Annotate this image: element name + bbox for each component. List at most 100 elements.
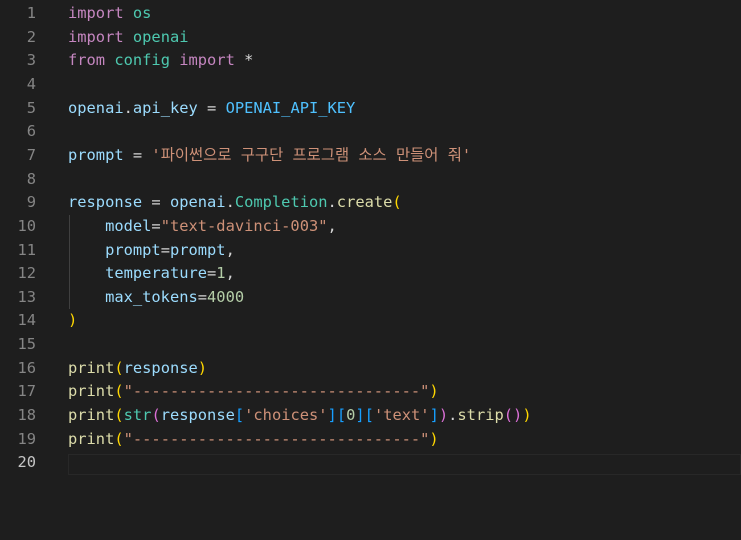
line-number: 19 <box>17 429 36 448</box>
code-token: 4000 <box>207 287 245 306</box>
code-token: print <box>68 358 115 377</box>
line-number: 15 <box>17 335 36 354</box>
code-line[interactable]: 13 max_tokens=4000 <box>0 286 741 310</box>
code-line[interactable]: 7 prompt = '파이썬으로 구구단 프로그램 소스 만들어 줘' <box>0 144 741 168</box>
code-token: 'text' <box>373 406 430 425</box>
line-number: 6 <box>26 122 36 141</box>
code-line[interactable]: 4 <box>0 73 741 97</box>
line-code[interactable]: from config import * <box>68 49 253 73</box>
code-token: . <box>123 98 133 117</box>
code-token: import <box>68 4 124 22</box>
code-token: [ <box>336 406 347 425</box>
line-number: 3 <box>26 51 36 70</box>
line-number: 8 <box>26 169 36 188</box>
code-token: temperature <box>105 264 208 283</box>
code-token: response <box>68 193 143 212</box>
code-token: "-------------------------------" <box>123 429 430 448</box>
code-line[interactable]: 18 print(str(response['choices'][0]['text… <box>0 404 741 428</box>
line-code[interactable]: print(str(response['choices'][0]['text']… <box>68 404 532 428</box>
line-code[interactable]: print(response) <box>68 357 207 381</box>
code-token: ) <box>197 358 208 377</box>
line-code[interactable]: response = openai.Completion.create( <box>68 191 402 215</box>
code-line[interactable]: 14) <box>0 309 741 333</box>
code-token: ( <box>114 406 124 425</box>
code-line[interactable]: 10 model="text-davinci-003", <box>0 215 741 239</box>
line-code[interactable]: temperature=1, <box>68 262 235 286</box>
code-token: = <box>197 287 208 306</box>
code-token: ] <box>355 406 365 425</box>
line-code[interactable]: print("-------------------------------") <box>68 380 439 404</box>
code-line[interactable]: 17 print("-------------------------------… <box>0 380 741 404</box>
code-token: * <box>234 51 254 70</box>
code-token: prompt <box>68 145 124 164</box>
code-token: , <box>327 216 337 235</box>
line-code[interactable]: openai.api_key = OPENAI_API_KEY <box>68 97 355 121</box>
code-token: ( <box>114 358 124 377</box>
line-code[interactable]: ) <box>68 309 77 333</box>
line-number: 9 <box>26 193 36 212</box>
line-number: 16 <box>17 358 36 377</box>
code-token: , <box>225 240 235 259</box>
code-token: ) <box>68 311 78 330</box>
line-number: 17 <box>17 382 36 401</box>
line-number: 5 <box>26 98 36 117</box>
line-code[interactable]: import openai <box>68 26 189 50</box>
code-line[interactable]: 15 <box>0 333 741 357</box>
code-token: str <box>123 406 152 425</box>
line-number: 10 <box>17 216 36 235</box>
code-token: max_tokens <box>105 287 198 306</box>
code-line[interactable]: 6 <box>0 120 741 144</box>
line-code[interactable]: print("-------------------------------") <box>68 428 439 452</box>
code-token: ) <box>522 406 532 425</box>
code-token: [ <box>234 406 245 425</box>
code-token: from <box>68 51 106 70</box>
code-line[interactable]: 20 <box>0 451 741 475</box>
code-token: 'choices' <box>244 406 328 425</box>
code-token: ( <box>503 406 514 425</box>
line-code[interactable]: max_tokens=4000 <box>68 286 244 310</box>
line-code[interactable]: model="text-davinci-003", <box>68 215 337 239</box>
code-token: ( <box>114 382 124 401</box>
code-line[interactable]: 16 print(response) <box>0 357 741 381</box>
code-token: os <box>132 4 152 22</box>
code-line[interactable]: 5 openai.api_key = OPENAI_API_KEY <box>0 97 741 121</box>
code-line[interactable]: 12 temperature=1, <box>0 262 741 286</box>
code-token: prompt <box>169 240 226 259</box>
code-line[interactable]: 11 prompt=prompt, <box>0 239 741 263</box>
code-token: = <box>207 264 217 283</box>
code-token: 0 <box>346 406 356 425</box>
code-line[interactable]: 9 response = openai.Completion.create( <box>0 191 741 215</box>
code-token: openai <box>132 27 189 46</box>
code-token: . <box>225 193 235 212</box>
code-token: = <box>123 145 152 164</box>
code-token: import <box>179 51 235 70</box>
line-number: 7 <box>26 145 36 164</box>
code-token: print <box>68 406 115 425</box>
code-token: ) <box>438 406 449 425</box>
code-editor[interactable]: 1 import os 2 import openai 3 from config imp… <box>0 0 741 540</box>
code-token: print <box>68 382 115 401</box>
code-token: = <box>160 240 170 259</box>
code-token: prompt <box>105 240 161 259</box>
code-token: . <box>327 193 337 212</box>
code-token: ] <box>327 406 337 425</box>
code-line[interactable]: 8 <box>0 168 741 192</box>
line-code[interactable]: prompt=prompt, <box>68 239 235 263</box>
code-line[interactable]: 3 from config import * <box>0 49 741 73</box>
line-code[interactable]: prompt = '파이썬으로 구구단 프로그램 소스 만들어 줘' <box>68 144 471 168</box>
line-number: 12 <box>17 264 36 283</box>
code-line[interactable]: 19 print("-------------------------------… <box>0 428 741 452</box>
line-number: 13 <box>17 287 36 306</box>
code-token: ( <box>151 406 161 425</box>
code-token: ( <box>392 193 402 212</box>
line-code[interactable]: import os <box>68 2 151 26</box>
code-line[interactable]: 1 import os <box>0 2 741 26</box>
code-token: strip <box>457 406 504 425</box>
code-token: openai <box>68 98 124 117</box>
code-line[interactable]: 2 import openai <box>0 26 741 50</box>
